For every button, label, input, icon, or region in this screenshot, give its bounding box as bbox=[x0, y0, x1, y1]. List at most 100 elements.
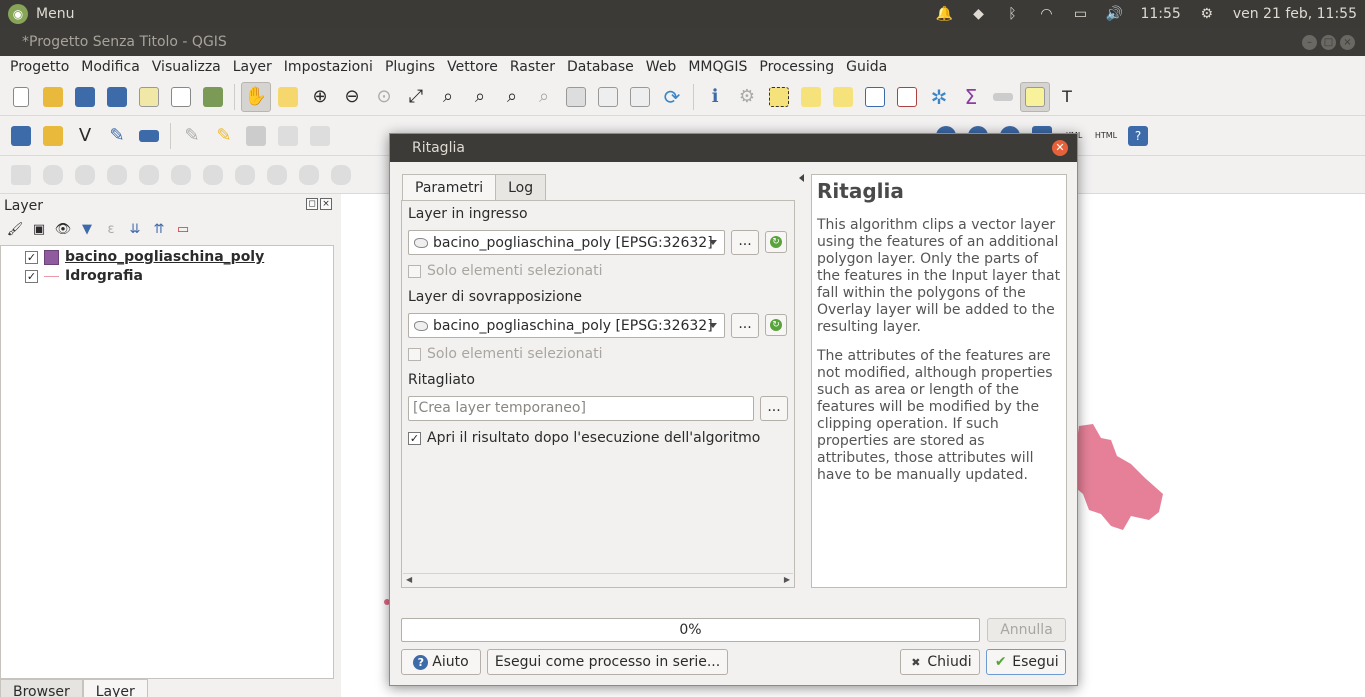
merge-features-icon[interactable] bbox=[326, 160, 356, 190]
open-after-row[interactable]: ✓ Apri il risultato dopo l'esecuzione de… bbox=[408, 430, 760, 446]
save-edits-icon[interactable] bbox=[241, 121, 271, 151]
menu-visualizza[interactable]: Visualizza bbox=[146, 59, 227, 75]
menu-plugins[interactable]: Plugins bbox=[379, 59, 441, 75]
show-bookmarks-icon[interactable] bbox=[625, 82, 655, 112]
virtual-layer-icon[interactable] bbox=[134, 121, 164, 151]
volume-icon[interactable]: 🔊 bbox=[1106, 6, 1123, 22]
zoom-to-selection-icon[interactable]: ⌕ bbox=[433, 82, 463, 112]
zoom-in-icon[interactable]: ⊕ bbox=[305, 82, 335, 112]
wifi-icon[interactable]: ◠ bbox=[1038, 6, 1054, 22]
attribute-table-icon[interactable] bbox=[860, 82, 890, 112]
add-part-icon[interactable] bbox=[70, 160, 100, 190]
open-after-checkbox[interactable]: ✓ bbox=[408, 431, 421, 445]
remove-layer-icon[interactable]: ▭ bbox=[174, 220, 192, 238]
date-time[interactable]: ven 21 feb, 11:55 bbox=[1233, 6, 1357, 22]
new-project-icon[interactable] bbox=[6, 82, 36, 112]
save-as-icon[interactable] bbox=[102, 82, 132, 112]
overlay-selected-only-row[interactable]: Solo elementi selezionati bbox=[408, 346, 602, 362]
add-group-icon[interactable]: ▣ bbox=[30, 220, 48, 238]
measure-icon[interactable] bbox=[988, 82, 1018, 112]
help-button[interactable]: ? Aiuto bbox=[401, 649, 481, 675]
style-manager-icon[interactable] bbox=[198, 82, 228, 112]
overlay-layer-select[interactable]: bacino_pogliaschina_poly [EPSG:32632] bbox=[408, 313, 725, 338]
reshape-icon[interactable] bbox=[198, 160, 228, 190]
maximize-icon[interactable]: □ bbox=[1321, 35, 1336, 50]
save-project-icon[interactable] bbox=[70, 82, 100, 112]
statistical-summary-icon[interactable]: Σ bbox=[956, 82, 986, 112]
filter-expression-icon[interactable]: ε bbox=[102, 220, 120, 238]
overlay-layer-browse-button[interactable]: ... bbox=[731, 313, 759, 338]
battery-icon[interactable]: ▭ bbox=[1072, 6, 1088, 22]
offset-curve-icon[interactable] bbox=[230, 160, 260, 190]
digitize-icon[interactable]: ✎ bbox=[102, 121, 132, 151]
processing-toolbox-icon[interactable]: ✲ bbox=[924, 82, 954, 112]
collapse-all-icon[interactable]: ⇈ bbox=[150, 220, 168, 238]
pan-to-selection-icon[interactable] bbox=[273, 82, 303, 112]
close-icon[interactable]: × bbox=[1340, 35, 1355, 50]
new-bookmark-icon[interactable] bbox=[593, 82, 623, 112]
new-print-layout-icon[interactable] bbox=[134, 82, 164, 112]
layer-item[interactable]: ✓ bacino_pogliaschina_poly bbox=[25, 248, 264, 266]
run-button[interactable]: ✔ Esegui bbox=[986, 649, 1066, 675]
map-tips-icon[interactable] bbox=[1020, 81, 1050, 112]
dialog-close-icon[interactable]: ✕ bbox=[1052, 140, 1068, 156]
advanced-digitizing-icon[interactable] bbox=[6, 160, 36, 190]
tab-layer[interactable]: Layer bbox=[82, 679, 148, 697]
float-panel-icon[interactable]: ◻ bbox=[306, 198, 318, 210]
vertex-tool-icon[interactable] bbox=[305, 121, 335, 151]
system-menu-label[interactable]: Menu bbox=[36, 6, 74, 22]
close-button[interactable]: ✖ Chiudi bbox=[900, 649, 980, 675]
output-browse-button[interactable]: ... bbox=[760, 396, 788, 421]
split-features-icon[interactable] bbox=[262, 160, 292, 190]
minimize-icon[interactable]: – bbox=[1302, 35, 1317, 50]
settings-gear-icon[interactable]: ⚙ bbox=[1199, 6, 1215, 22]
tab-browser[interactable]: Browser bbox=[0, 679, 83, 697]
filter-legend-icon[interactable]: ▼ bbox=[78, 220, 96, 238]
input-selected-only-checkbox[interactable] bbox=[408, 264, 421, 278]
toggle-editing-icon[interactable]: ✎ bbox=[209, 121, 239, 151]
tab-parametri[interactable]: Parametri bbox=[402, 174, 497, 202]
menu-guida[interactable]: Guida bbox=[840, 59, 893, 75]
zoom-next-icon[interactable]: ⌕ bbox=[529, 82, 559, 112]
manage-visibility-icon[interactable]: 👁 bbox=[54, 220, 72, 238]
layer-visibility-checkbox[interactable]: ✓ bbox=[25, 269, 38, 283]
ubuntu-menu-icon[interactable]: ◉ bbox=[8, 4, 28, 24]
style-layer-icon[interactable]: 🖌 bbox=[6, 220, 24, 238]
new-geopackage-icon[interactable] bbox=[38, 121, 68, 151]
run-as-batch-button[interactable]: Esegui come processo in serie... bbox=[487, 649, 728, 675]
tab-log[interactable]: Log bbox=[495, 174, 547, 201]
close-panel-icon[interactable]: × bbox=[320, 198, 332, 210]
zoom-to-layer-icon[interactable]: ⌕ bbox=[465, 82, 495, 112]
menu-layer[interactable]: Layer bbox=[227, 59, 278, 75]
overlay-layer-iterate-button[interactable]: ↻ bbox=[765, 314, 787, 336]
expand-all-icon[interactable]: ⇊ bbox=[126, 220, 144, 238]
layer-visibility-checkbox[interactable]: ✓ bbox=[25, 250, 38, 264]
html-export-icon[interactable]: HTML bbox=[1091, 121, 1121, 151]
scroll-right-icon[interactable]: ▶ bbox=[784, 575, 790, 584]
refresh-icon[interactable]: ⟳ bbox=[657, 82, 687, 112]
text-annotation-icon[interactable]: T bbox=[1052, 82, 1082, 112]
zoom-out-icon[interactable]: ⊖ bbox=[337, 82, 367, 112]
zoom-last-icon[interactable]: ⌕ bbox=[497, 82, 527, 112]
current-edits-icon[interactable]: ✎ bbox=[177, 121, 207, 151]
output-field[interactable]: [Crea layer temporaneo] bbox=[408, 396, 754, 421]
run-action-icon[interactable]: ⚙ bbox=[732, 82, 762, 112]
collapse-help-icon[interactable] bbox=[799, 174, 804, 182]
help-icon[interactable]: ? bbox=[1123, 121, 1153, 151]
horizontal-scrollbar[interactable]: ◀ ▶ bbox=[403, 573, 793, 585]
new-map-view-icon[interactable] bbox=[561, 82, 591, 112]
field-calculator-icon[interactable] bbox=[892, 82, 922, 112]
menu-web[interactable]: Web bbox=[640, 59, 683, 75]
notification-bell-icon[interactable]: 🔔 bbox=[936, 6, 953, 22]
dropbox-icon[interactable]: ◆ bbox=[970, 6, 986, 22]
delete-ring-icon[interactable] bbox=[134, 160, 164, 190]
menu-processing[interactable]: Processing bbox=[753, 59, 840, 75]
deselect-all-icon[interactable] bbox=[828, 82, 858, 112]
layer-item[interactable]: ✓ Idrografia bbox=[25, 267, 143, 285]
add-vector-layer-icon[interactable]: V bbox=[70, 121, 100, 151]
select-by-value-icon[interactable] bbox=[796, 82, 826, 112]
scroll-left-icon[interactable]: ◀ bbox=[406, 575, 412, 584]
add-ring-icon[interactable] bbox=[38, 160, 68, 190]
input-layer-browse-button[interactable]: ... bbox=[731, 230, 759, 255]
delete-part-icon[interactable] bbox=[166, 160, 196, 190]
